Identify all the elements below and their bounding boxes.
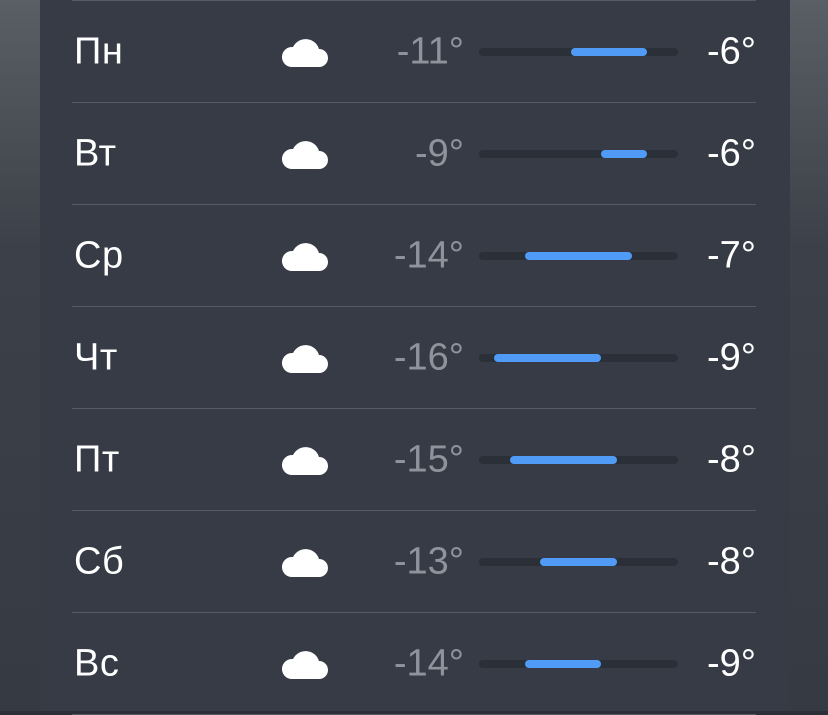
forecast-row: Чт -16° -9° xyxy=(72,307,756,409)
background-left xyxy=(0,0,40,711)
daily-forecast-list[interactable]: Пн -11° -6° Вт -9° -6° Ср -14° -7° Чт -1… xyxy=(72,0,756,715)
low-temp: -11° xyxy=(396,30,464,72)
forecast-row: Ср -14° -7° xyxy=(72,205,756,307)
temp-range-track xyxy=(479,557,678,566)
temp-range-bar xyxy=(570,47,648,56)
temp-range-bar xyxy=(540,557,617,566)
cloud-icon xyxy=(281,548,328,577)
low-temp: -13° xyxy=(393,540,464,582)
temp-range-track xyxy=(479,251,678,260)
low-temp: -15° xyxy=(393,438,464,480)
cloud-icon xyxy=(281,650,328,679)
background-right xyxy=(790,0,828,711)
cloud-icon xyxy=(281,344,328,373)
temp-range-bar xyxy=(601,149,648,158)
day-label: Вс xyxy=(74,642,120,684)
cloud-icon xyxy=(281,242,328,271)
low-temp: -9° xyxy=(415,132,464,174)
low-temp: -14° xyxy=(393,234,464,276)
high-temp: -6° xyxy=(707,132,756,174)
forecast-row: Сб -13° -8° xyxy=(72,511,756,613)
high-temp: -8° xyxy=(707,438,756,480)
day-label: Ср xyxy=(74,234,124,276)
day-label: Чт xyxy=(74,336,118,378)
day-label: Пн xyxy=(74,30,124,72)
temp-range-bar xyxy=(494,353,602,362)
temp-range-track xyxy=(479,149,678,158)
low-temp: -14° xyxy=(393,642,464,684)
day-label: Сб xyxy=(74,540,125,582)
high-temp: -9° xyxy=(707,336,756,378)
day-label: Вт xyxy=(74,132,117,174)
forecast-row: Вс -14° -9° xyxy=(72,613,756,715)
temp-range-bar xyxy=(524,251,633,260)
temp-range-track xyxy=(479,353,678,362)
temp-range-track xyxy=(479,47,678,56)
forecast-row: Пн -11° -6° xyxy=(72,1,756,103)
high-temp: -6° xyxy=(707,30,756,72)
cloud-icon xyxy=(281,38,328,67)
high-temp: -7° xyxy=(707,234,756,276)
temp-range-bar xyxy=(509,455,617,464)
cloud-icon xyxy=(281,140,328,169)
forecast-row: Вт -9° -6° xyxy=(72,103,756,205)
temp-range-bar xyxy=(524,659,602,668)
forecast-row: Пт -15° -8° xyxy=(72,409,756,511)
low-temp: -16° xyxy=(393,336,464,378)
high-temp: -8° xyxy=(707,540,756,582)
cloud-icon xyxy=(281,446,328,475)
temp-range-track xyxy=(479,659,678,668)
temp-range-track xyxy=(479,455,678,464)
high-temp: -9° xyxy=(707,642,756,684)
day-label: Пт xyxy=(74,438,120,480)
